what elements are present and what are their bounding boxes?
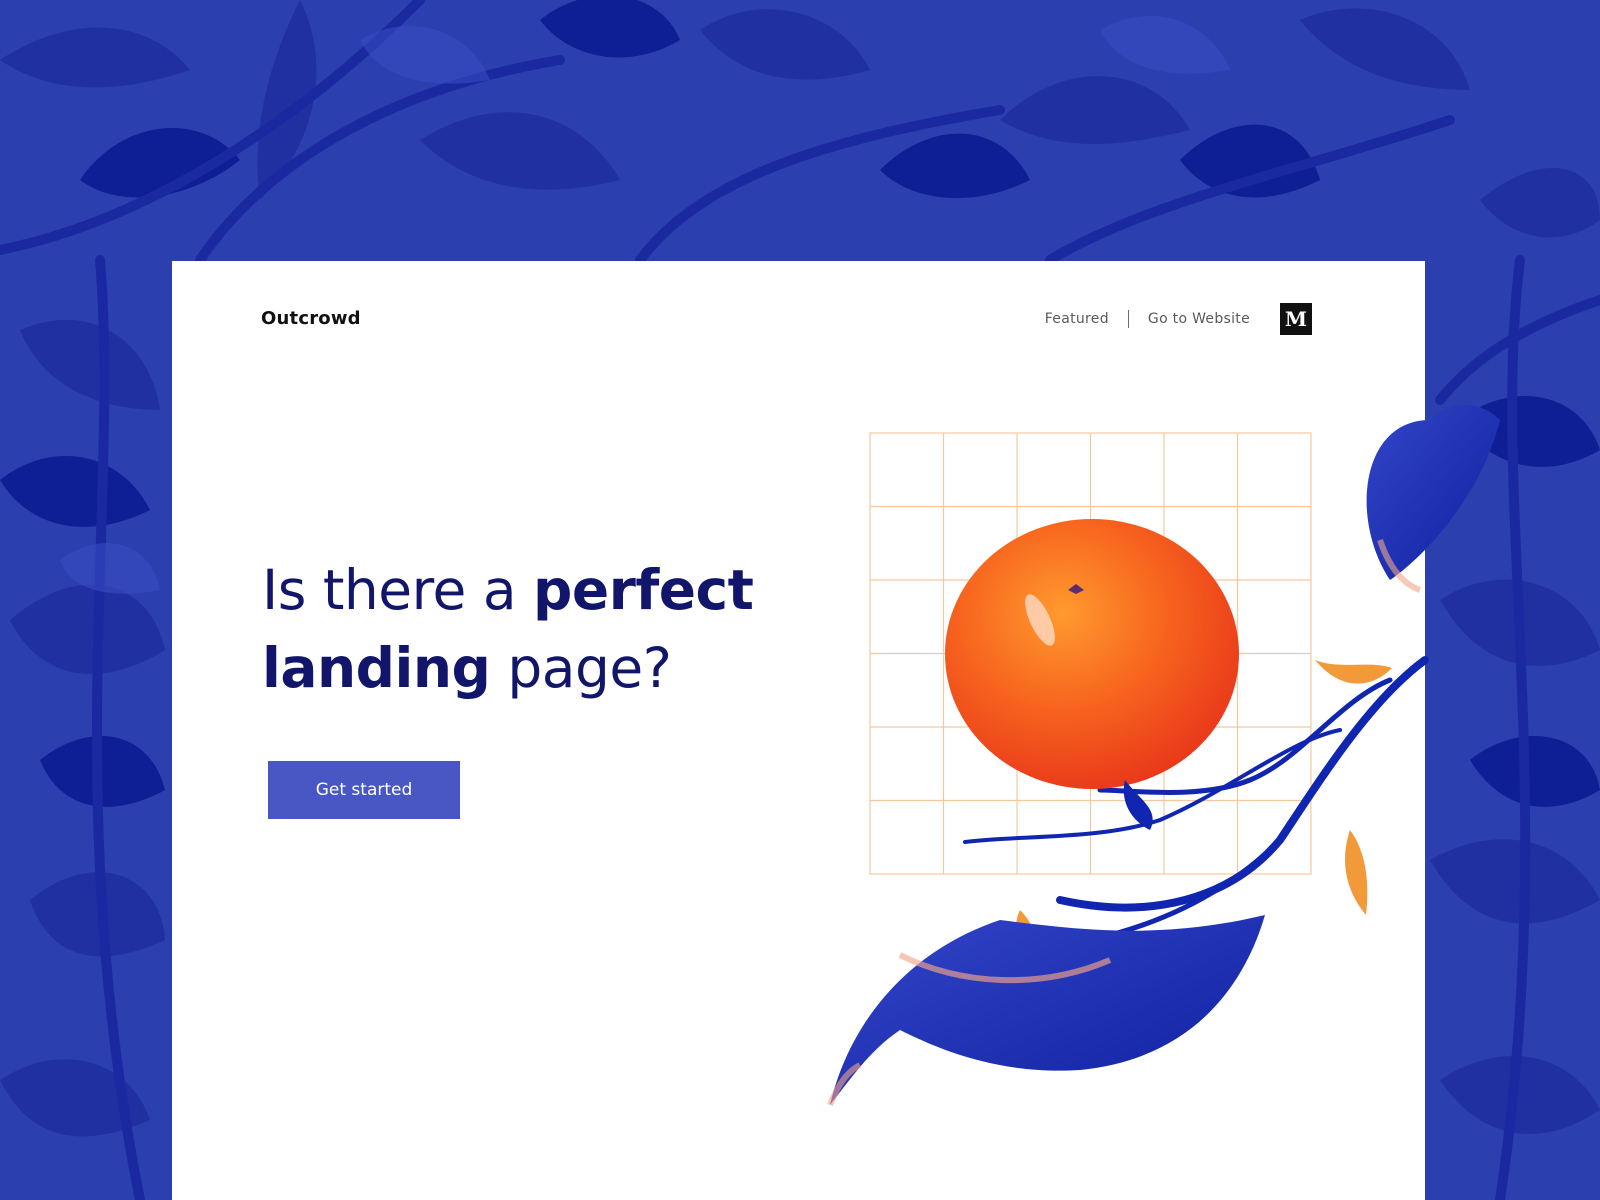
nav-website-link[interactable]: Go to Website: [1148, 311, 1250, 327]
hero-headline: Is there a perfect landing page?: [262, 551, 822, 707]
get-started-button[interactable]: Get started: [268, 761, 460, 819]
medium-glyph: M: [1284, 307, 1308, 331]
nav-divider: [1127, 310, 1129, 328]
headline-light-2: page?: [490, 636, 672, 700]
nav-featured-link[interactable]: Featured: [1045, 311, 1109, 327]
headline-bold-2: landing: [262, 636, 491, 700]
headline-light-1: Is there a: [262, 558, 534, 622]
headline-bold-1: perfect: [533, 558, 754, 622]
medium-logo-icon[interactable]: M: [1280, 303, 1312, 335]
top-nav: Featured Go to Website M: [1045, 303, 1312, 335]
brand-logo[interactable]: Outcrowd: [261, 308, 361, 329]
landing-page-card: Outcrowd Featured Go to Website M Is the…: [172, 261, 1425, 1200]
